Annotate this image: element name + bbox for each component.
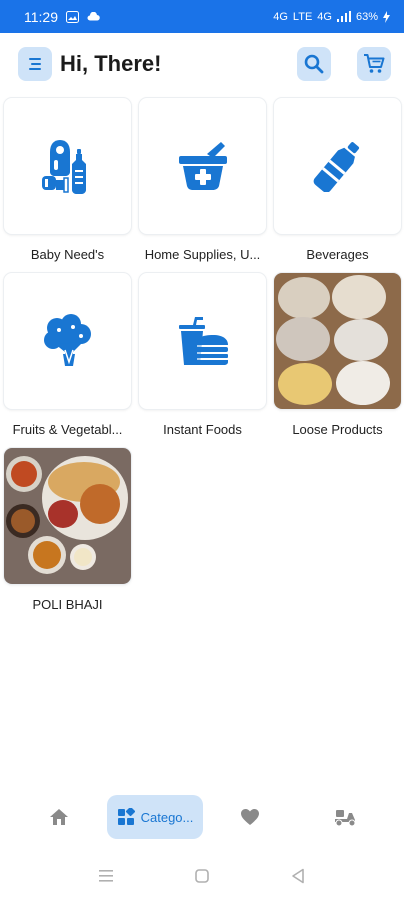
bottom-navigation: Catego... (0, 793, 404, 841)
broccoli-icon (43, 314, 91, 366)
category-label: Instant Foods (163, 422, 242, 437)
category-image (274, 98, 401, 234)
home-system-button[interactable] (190, 866, 214, 886)
category-label: Baby Need's (30, 247, 105, 262)
status-bar: 11:29 4G LTE 4G 63% (0, 0, 404, 33)
category-label: Home Supplies, U... (144, 247, 261, 262)
system-navigation (0, 858, 404, 894)
category-label: POLI BHAJI (32, 597, 103, 612)
category-label: Loose Products (292, 422, 383, 437)
category-image (139, 273, 266, 409)
network-type-1: 4G (273, 10, 288, 23)
category-card[interactable]: Loose Products (274, 273, 401, 448)
category-icon (117, 808, 135, 825)
search-button[interactable] (297, 47, 331, 81)
menu-button[interactable] (18, 47, 52, 81)
category-card[interactable]: Instant Foods (139, 273, 266, 448)
home-square-icon (195, 869, 209, 883)
category-label: Fruits & Vegetabl... (12, 422, 123, 437)
signal-icon (336, 11, 351, 22)
category-image (4, 273, 131, 409)
network-type-3: 4G (317, 10, 332, 23)
thali-photo (4, 448, 131, 584)
nav-favorites[interactable] (232, 795, 268, 839)
app-header: Hi, There! (0, 33, 404, 95)
greeting-title: Hi, There! (60, 51, 162, 76)
category-card[interactable]: Fruits & Vegetabl... (4, 273, 131, 448)
search-icon (304, 54, 324, 74)
delivery-scooter-icon (335, 810, 356, 827)
category-image (4, 98, 131, 234)
baby-bottle-icon (41, 140, 86, 194)
battery-percent: 63% (355, 10, 378, 23)
grains-photo (274, 273, 401, 409)
recent-apps-icon (99, 870, 113, 882)
category-card[interactable]: Baby Need's (4, 98, 131, 273)
category-image (274, 273, 401, 409)
category-image (139, 98, 266, 234)
battery-charging-icon (383, 10, 390, 23)
back-button[interactable] (286, 866, 310, 886)
recent-apps-button[interactable] (94, 866, 118, 886)
menu-icon (29, 58, 41, 70)
mortar-pestle-icon (178, 142, 227, 190)
network-type-2: LTE (292, 10, 313, 23)
burger-drink-icon (178, 317, 228, 365)
bottle-icon (313, 142, 359, 192)
nav-home[interactable] (42, 795, 76, 839)
nav-delivery[interactable] (326, 795, 364, 839)
status-time: 11:29 (24, 8, 58, 25)
nav-categories-label: Catego... (140, 809, 194, 825)
category-label: Beverages (306, 247, 369, 262)
cart-button[interactable] (357, 47, 391, 81)
category-grid: Baby Need's Home Supplies, U... Beverage… (4, 98, 401, 623)
nav-categories[interactable]: Catego... (107, 795, 203, 839)
cloud-notification-icon (87, 12, 100, 21)
category-image (4, 448, 131, 584)
gallery-notification-icon (66, 10, 79, 23)
category-card[interactable]: Home Supplies, U... (139, 98, 266, 273)
back-icon (292, 868, 304, 884)
heart-icon (241, 809, 259, 825)
cart-icon (364, 54, 385, 73)
category-card[interactable]: POLI BHAJI (4, 448, 131, 623)
category-card[interactable]: Beverages (274, 98, 401, 273)
home-icon (50, 809, 68, 825)
